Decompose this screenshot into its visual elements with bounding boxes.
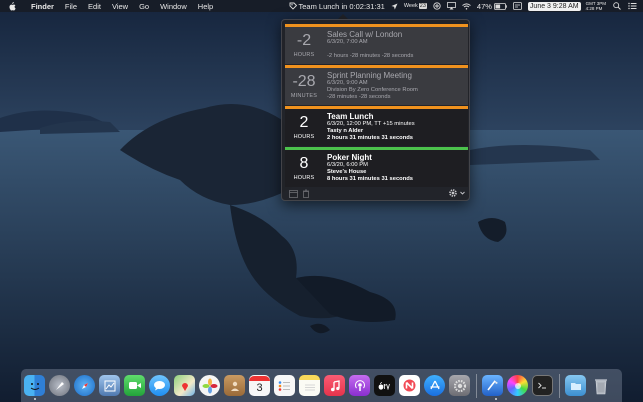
settings-menu-button[interactable] <box>448 188 465 198</box>
event-location: Tasty n Alder <box>327 128 364 134</box>
event-location <box>327 46 468 53</box>
battery-percent: 47% <box>476 1 492 11</box>
date-time-badge[interactable]: June 3 9:28 AM <box>527 1 581 11</box>
menu-help[interactable]: Help <box>198 2 213 11</box>
control-center-icon[interactable] <box>433 2 441 10</box>
terminal-icon[interactable] <box>532 375 553 396</box>
event-unit: HOURS <box>293 134 315 140</box>
menu-view[interactable]: View <box>112 2 128 11</box>
countdown-tag-icon <box>289 2 297 10</box>
system-preferences-icon[interactable] <box>449 375 470 396</box>
podcasts-icon[interactable] <box>349 375 370 396</box>
color-picker-icon[interactable] <box>507 375 528 396</box>
event-location: Steve's House <box>327 169 367 175</box>
event-card-sales-call[interactable]: -2 HOURS Sales Call w/ London 6/3/20, 7:… <box>285 24 468 64</box>
menu-go[interactable]: Go <box>139 2 149 11</box>
location-arrow-icon[interactable] <box>391 3 398 10</box>
menu-extras-icon[interactable] <box>513 2 522 10</box>
spotlight-search-icon[interactable] <box>613 2 621 10</box>
world-clock-time: 4:28 PM <box>585 6 603 11</box>
safari-icon[interactable] <box>74 375 95 396</box>
preview-icon[interactable] <box>99 375 120 396</box>
finder-icon[interactable] <box>24 375 45 396</box>
apple-menu-icon[interactable] <box>8 1 20 11</box>
event-datetime: 6/3/20, 12:00 PM, TT +15 minutes <box>327 121 415 127</box>
contacts-icon[interactable] <box>224 375 245 396</box>
event-title: Sprint Planning Meeting <box>327 71 412 80</box>
event-location: Division By Zero Conference Room <box>327 87 418 93</box>
music-icon[interactable] <box>324 375 345 396</box>
gear-icon <box>448 188 458 198</box>
event-remaining: -2 hours -28 minutes -28 seconds <box>327 53 414 59</box>
event-datetime: 6/3/20, 6:00 PM <box>327 162 368 168</box>
maps-icon[interactable] <box>174 375 195 396</box>
facetime-icon[interactable] <box>124 375 145 396</box>
popover-footer <box>285 186 468 200</box>
event-title: Poker Night <box>327 153 372 162</box>
event-unit: MINUTES <box>290 93 318 99</box>
event-count: -28 <box>292 73 316 90</box>
week-number: 23 <box>418 3 427 9</box>
chevron-down-icon <box>460 191 465 195</box>
calendar-day-number: 3 <box>256 382 263 394</box>
tv-icon[interactable] <box>374 375 395 396</box>
notification-center-icon[interactable] <box>628 2 637 10</box>
app-store-icon[interactable] <box>424 375 445 396</box>
xcode-icon[interactable] <box>482 375 503 396</box>
countdown-status-item[interactable]: Team Lunch in 0:02:31:31 <box>289 2 385 11</box>
menu-file[interactable]: File <box>65 2 77 11</box>
dock-separator <box>476 373 477 398</box>
event-unit: HOURS <box>293 52 315 58</box>
event-card-team-lunch[interactable]: 2 HOURS Team Lunch 6/3/20, 12:00 PM, TT … <box>285 106 468 146</box>
world-clock-item[interactable]: GMT 3PM 4:28 PM <box>586 1 606 11</box>
messages-icon[interactable] <box>149 375 170 396</box>
event-datetime: 6/3/20, 7:00 AM <box>327 39 368 45</box>
event-card-sprint-planning[interactable]: -28 MINUTES Sprint Planning Meeting 6/3/… <box>285 65 468 105</box>
downloads-folder-icon[interactable] <box>565 375 586 396</box>
menu-edit[interactable]: Edit <box>88 2 101 11</box>
dock-separator <box>559 373 560 398</box>
week-label: Week <box>403 3 418 9</box>
launchpad-icon[interactable] <box>49 375 70 396</box>
calendar-icon[interactable] <box>288 188 298 198</box>
event-datetime: 6/3/20, 9:00 AM <box>327 80 368 86</box>
trash-icon[interactable] <box>590 375 611 396</box>
menu-window[interactable]: Window <box>160 2 187 11</box>
event-remaining: 2 hours 31 minutes 31 seconds <box>327 135 414 141</box>
event-title: Sales Call w/ London <box>327 30 403 39</box>
reminders-icon[interactable] <box>274 375 295 396</box>
event-count: 2 <box>299 114 309 131</box>
battery-item[interactable]: 47% <box>477 2 507 11</box>
photos-icon[interactable] <box>199 375 220 396</box>
running-indicator-xcode <box>495 398 497 400</box>
events-popover: -2 HOURS Sales Call w/ London 6/3/20, 7:… <box>281 19 470 201</box>
wifi-icon[interactable] <box>462 2 471 10</box>
event-count: 8 <box>299 155 309 172</box>
calendar-app-icon[interactable]: 3 <box>249 375 270 396</box>
running-indicator-finder <box>34 398 36 400</box>
event-remaining: 8 hours 31 minutes 31 seconds <box>327 176 414 182</box>
dock: 3 <box>21 369 622 402</box>
menu-bar: Finder File Edit View Go Window Help Tea… <box>0 0 643 12</box>
notes-icon[interactable] <box>299 375 320 396</box>
news-icon[interactable] <box>399 375 420 396</box>
countdown-status-text: Team Lunch in 0:02:31:31 <box>298 1 385 11</box>
week-number-item[interactable]: Week 23 <box>404 3 427 9</box>
menu-app-name[interactable]: Finder <box>31 2 54 11</box>
event-remaining: -28 minutes -28 seconds <box>327 94 391 100</box>
menu-bar-status-area: Team Lunch in 0:02:31:31 Week 23 47% Jun… <box>283 0 638 12</box>
event-count: -2 <box>296 32 312 49</box>
airplay-icon[interactable] <box>447 2 456 10</box>
event-unit: HOURS <box>293 175 315 181</box>
trash-icon[interactable] <box>301 188 311 198</box>
event-card-poker-night[interactable]: 8 HOURS Poker Night 6/3/20, 6:00 PM Stev… <box>285 147 468 187</box>
battery-icon <box>494 2 507 10</box>
event-title: Team Lunch <box>327 112 374 121</box>
